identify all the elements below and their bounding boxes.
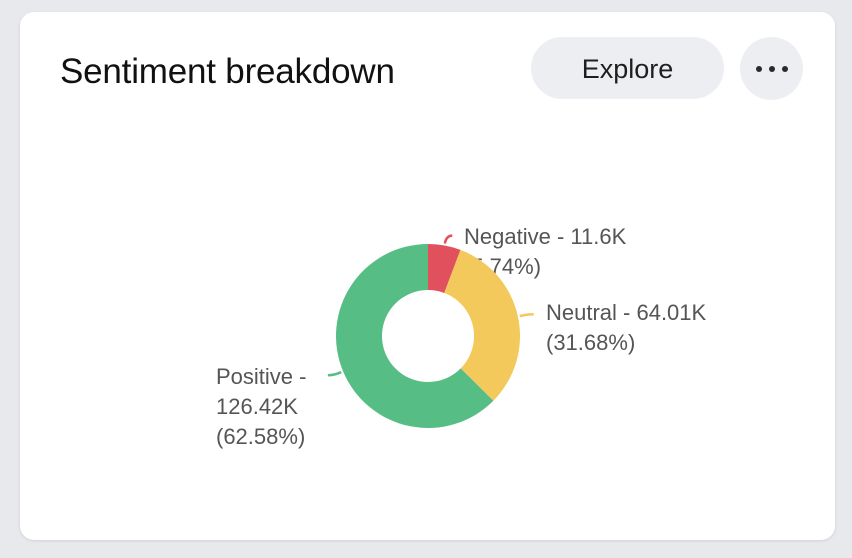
leader-line-neutral	[519, 313, 534, 318]
slice-label-positive: Positive -126.42K (62.58%)	[216, 364, 306, 449]
leader-line-negative	[443, 234, 453, 244]
slice-label-neutral: Neutral - 64.01K (31.68%)	[546, 300, 707, 355]
donut-chart: Negative - 11.6K (5.74%)Neutral - 64.01K(…	[216, 224, 707, 449]
leader-line-positive	[327, 371, 342, 377]
